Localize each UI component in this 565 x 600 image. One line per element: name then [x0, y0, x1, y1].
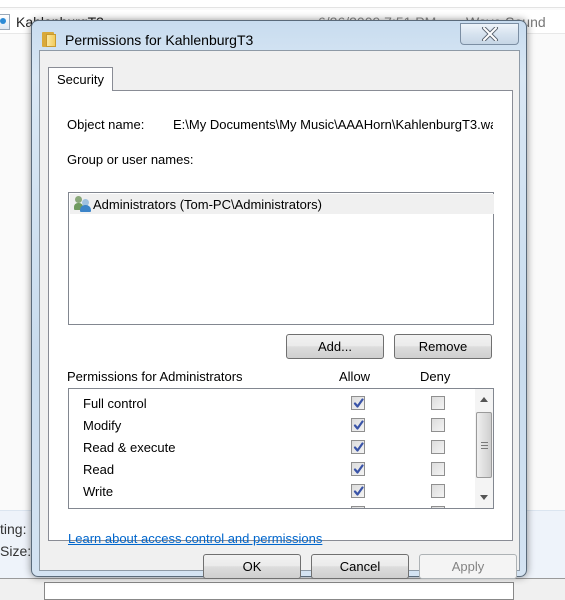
- permissions-for-label: Permissions for Administrators: [67, 369, 243, 384]
- allow-checkbox[interactable]: [351, 506, 365, 508]
- checkmark-icon: [353, 486, 364, 496]
- allow-column-header: Allow: [339, 369, 371, 384]
- deny-checkbox[interactable]: [431, 396, 445, 410]
- close-button[interactable]: [460, 23, 519, 45]
- vertical-scrollbar[interactable]: [475, 389, 493, 508]
- security-tab-panel: Object name: E:\My Documents\My Music\AA…: [48, 90, 513, 546]
- dialog-title: Permissions for KahlenburgT3: [65, 32, 254, 48]
- scroll-down-button[interactable]: [475, 489, 493, 506]
- deny-checkbox[interactable]: [431, 484, 445, 498]
- thumb-grip-line: [481, 448, 488, 449]
- allow-checkbox[interactable]: [351, 484, 365, 498]
- group-name: Administrators (Tom-PC\Administrators): [93, 196, 322, 212]
- allow-checkbox[interactable]: [351, 396, 365, 410]
- scroll-down-arrow-icon: [480, 495, 488, 500]
- permission-name: Full control: [83, 396, 147, 411]
- thumb-grip-line: [481, 442, 488, 443]
- permissions-list[interactable]: Special permissions Write Read Read & execu…: [68, 388, 494, 509]
- permission-name: Write: [83, 484, 114, 499]
- object-name-value: E:\My Documents\My Music\AAAHorn\Kahlenb…: [173, 117, 493, 132]
- permission-row: Modify: [69, 414, 475, 436]
- permission-row: Full control: [69, 392, 475, 414]
- folder-icon: [42, 31, 56, 47]
- checkmark-icon: [353, 398, 364, 408]
- allow-checkbox[interactable]: [351, 462, 365, 476]
- ok-button[interactable]: OK: [203, 554, 301, 579]
- learn-about-permissions-link[interactable]: Learn about access control and permissio…: [68, 531, 322, 546]
- allow-checkbox[interactable]: [351, 418, 365, 432]
- background-details-label: ting:: [0, 521, 27, 537]
- tab-security-label: Security: [57, 72, 104, 87]
- cancel-button[interactable]: Cancel: [311, 554, 409, 579]
- background-header-strip: [0, 0, 565, 8]
- background-bottom-field: [44, 582, 514, 600]
- checkmark-icon: [353, 464, 364, 474]
- list-item[interactable]: Administrators (Tom-PC\Administrators): [70, 194, 494, 214]
- permission-name: Read & execute: [83, 440, 176, 455]
- remove-button[interactable]: Remove: [394, 334, 492, 359]
- permissions-dialog: Permissions for KahlenburgT3 Security Ob…: [31, 20, 527, 579]
- deny-checkbox[interactable]: [431, 462, 445, 476]
- apply-button[interactable]: Apply: [419, 554, 517, 579]
- deny-checkbox[interactable]: [431, 506, 445, 508]
- permission-name: Special permissions: [83, 506, 199, 508]
- wave-file-icon: [0, 14, 10, 30]
- thumb-grip-line: [481, 445, 488, 446]
- deny-column-header: Deny: [420, 369, 451, 384]
- tab-security[interactable]: Security: [48, 67, 113, 91]
- scroll-up-button[interactable]: [475, 391, 493, 408]
- group-or-user-names-list[interactable]: Administrators (Tom-PC\Administrators): [68, 192, 494, 325]
- group-or-user-names-label: Group or user names:: [67, 152, 194, 167]
- close-x-icon: [481, 27, 498, 41]
- add-button[interactable]: Add...: [286, 334, 384, 359]
- checkmark-icon: [353, 442, 364, 452]
- checkmark-icon: [353, 420, 364, 430]
- dialog-client-area: Security Object name: E:\My Documents\My…: [39, 50, 520, 579]
- permission-name: Read: [83, 462, 115, 477]
- allow-checkbox[interactable]: [351, 440, 365, 454]
- permission-row: Read & execute: [69, 436, 475, 458]
- scroll-up-arrow-icon: [480, 397, 488, 402]
- permission-row: Write: [69, 480, 475, 502]
- deny-checkbox[interactable]: [431, 440, 445, 454]
- permission-name: Modify: [83, 418, 122, 433]
- user-group-icon: [74, 196, 92, 212]
- permission-row: Special permissions: [69, 502, 475, 508]
- permission-row: Read: [69, 458, 475, 480]
- background-details-label: Size:: [0, 543, 32, 559]
- scrollbar-thumb[interactable]: [476, 412, 492, 478]
- deny-checkbox[interactable]: [431, 418, 445, 432]
- object-name-label: Object name:: [67, 117, 145, 132]
